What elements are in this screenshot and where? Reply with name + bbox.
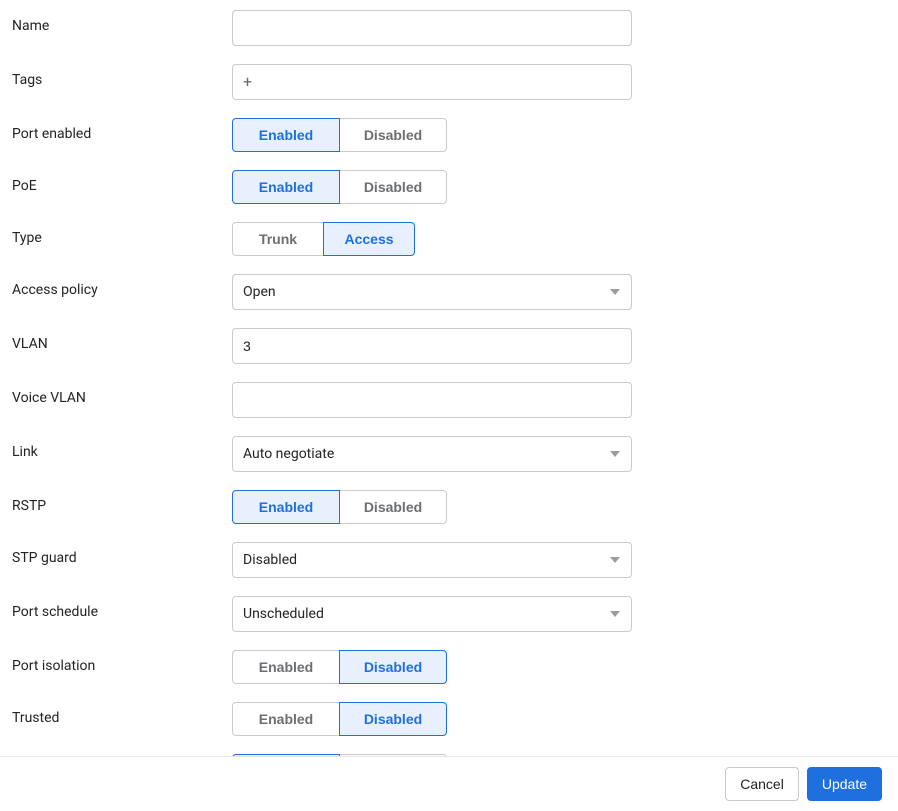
label-name: Name	[12, 10, 232, 34]
name-input[interactable]	[232, 10, 632, 46]
type-access-button[interactable]: Access	[323, 222, 415, 256]
port-isolation-enabled-button[interactable]: Enabled	[232, 650, 340, 684]
tags-input[interactable]: +	[232, 64, 632, 100]
port-enabled-disabled-button[interactable]: Disabled	[339, 118, 447, 152]
trusted-enabled-button[interactable]: Enabled	[232, 702, 340, 736]
voice-vlan-input[interactable]	[232, 382, 632, 418]
toggle-trusted: Enabled Disabled	[232, 702, 447, 736]
rstp-disabled-button[interactable]: Disabled	[339, 490, 447, 524]
row-port-schedule: Port schedule Unscheduled	[12, 596, 886, 632]
label-stp-guard: STP guard	[12, 542, 232, 566]
label-poe: PoE	[12, 170, 232, 194]
port-schedule-select[interactable]: Unscheduled	[232, 596, 632, 632]
poe-enabled-button[interactable]: Enabled	[232, 170, 340, 204]
label-trusted: Trusted	[12, 702, 232, 726]
udld-alert-only-button[interactable]: Alert only	[232, 754, 340, 756]
row-port-isolation: Port isolation Enabled Disabled	[12, 650, 886, 684]
toggle-port-enabled: Enabled Disabled	[232, 118, 447, 152]
row-name: Name	[12, 10, 886, 46]
trusted-disabled-button[interactable]: Disabled	[339, 702, 447, 736]
toggle-type: Trunk Access	[232, 222, 415, 256]
row-voice-vlan: Voice VLAN	[12, 382, 886, 418]
type-trunk-button[interactable]: Trunk	[232, 222, 324, 256]
label-port-enabled: Port enabled	[12, 118, 232, 142]
label-access-policy: Access policy	[12, 274, 232, 298]
row-port-enabled: Port enabled Enabled Disabled	[12, 118, 886, 152]
label-type: Type	[12, 222, 232, 246]
port-enabled-enabled-button[interactable]: Enabled	[232, 118, 340, 152]
row-type: Type Trunk Access	[12, 222, 886, 256]
row-link: Link Auto negotiate	[12, 436, 886, 472]
port-isolation-disabled-button[interactable]: Disabled	[339, 650, 447, 684]
row-access-policy: Access policy Open	[12, 274, 886, 310]
row-stp-guard: STP guard Disabled	[12, 542, 886, 578]
label-link: Link	[12, 436, 232, 460]
access-policy-select[interactable]: Open	[232, 274, 632, 310]
toggle-rstp: Enabled Disabled	[232, 490, 447, 524]
row-rstp: RSTP Enabled Disabled	[12, 490, 886, 524]
vlan-input[interactable]	[232, 328, 632, 364]
row-vlan: VLAN	[12, 328, 886, 364]
label-port-schedule: Port schedule	[12, 596, 232, 620]
label-tags: Tags	[12, 64, 232, 88]
row-tags: Tags +	[12, 64, 886, 100]
update-button[interactable]: Update	[807, 767, 882, 801]
link-select[interactable]: Auto negotiate	[232, 436, 632, 472]
toggle-port-isolation: Enabled Disabled	[232, 650, 447, 684]
label-voice-vlan: Voice VLAN	[12, 382, 232, 406]
label-vlan: VLAN	[12, 328, 232, 352]
port-settings-form: Name Tags + Port enabled Enabled Disable…	[0, 0, 898, 756]
label-rstp: RSTP	[12, 490, 232, 514]
stp-guard-select[interactable]: Disabled	[232, 542, 632, 578]
row-poe: PoE Enabled Disabled	[12, 170, 886, 204]
toggle-poe: Enabled Disabled	[232, 170, 447, 204]
cancel-button[interactable]: Cancel	[725, 767, 799, 801]
rstp-enabled-button[interactable]: Enabled	[232, 490, 340, 524]
action-bar: Cancel Update	[0, 756, 898, 811]
poe-disabled-button[interactable]: Disabled	[339, 170, 447, 204]
row-trusted: Trusted Enabled Disabled	[12, 702, 886, 736]
label-port-isolation: Port isolation	[12, 650, 232, 674]
tags-plus-icon: +	[233, 65, 252, 99]
